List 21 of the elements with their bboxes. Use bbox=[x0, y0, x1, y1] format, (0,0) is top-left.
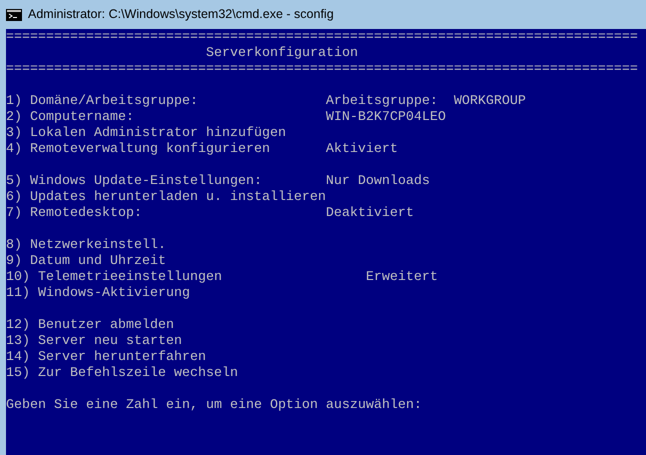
menu-option: 15) Zur Befehlszeile wechseln bbox=[6, 366, 238, 382]
menu-option: 5) Windows Update-Einstellungen: Nur Downloads bbox=[6, 174, 430, 190]
menu-option: 7) Remotedesktop: Deaktiviert bbox=[6, 206, 414, 222]
menu-option: 3) Lokalen Administrator hinzufügen bbox=[6, 126, 286, 142]
input-prompt: Geben Sie eine Zahl ein, um eine Option auszuwählen: bbox=[6, 398, 422, 414]
menu-option: 1) Domäne/Arbeitsgruppe: Arbeitsgruppe: WORKGROUP bbox=[6, 94, 526, 110]
separator-line: =============================================================================== bbox=[6, 62, 638, 78]
menu-option: 8) Netzwerkeinstell. bbox=[6, 238, 166, 254]
window-title: Administrator: C:\Windows\system32\cmd.exe - sconfig bbox=[28, 6, 334, 24]
menu-option: 4) Remoteverwaltung konfigurieren Aktiviert bbox=[6, 142, 398, 158]
menu-option: 6) Updates herunterladen u. installieren bbox=[6, 190, 326, 206]
menu-option: 10) Telemetrieeinstellungen Erweitert bbox=[6, 270, 438, 286]
console-heading: Serverkonfiguration bbox=[205, 46, 358, 62]
menu-option: 11) Windows-Aktivierung bbox=[6, 286, 190, 302]
menu-option: 13) Server neu starten bbox=[6, 334, 182, 350]
terminal-icon bbox=[6, 8, 22, 20]
separator-line: =============================================================================== bbox=[6, 30, 638, 46]
menu-option: 2) Computername: WIN-B2K7CP04LEO bbox=[6, 110, 446, 126]
menu-option: 14) Server herunterfahren bbox=[6, 350, 206, 366]
menu-option: 9) Datum und Uhrzeit bbox=[6, 254, 166, 270]
menu-option: 12) Benutzer abmelden bbox=[6, 318, 174, 334]
